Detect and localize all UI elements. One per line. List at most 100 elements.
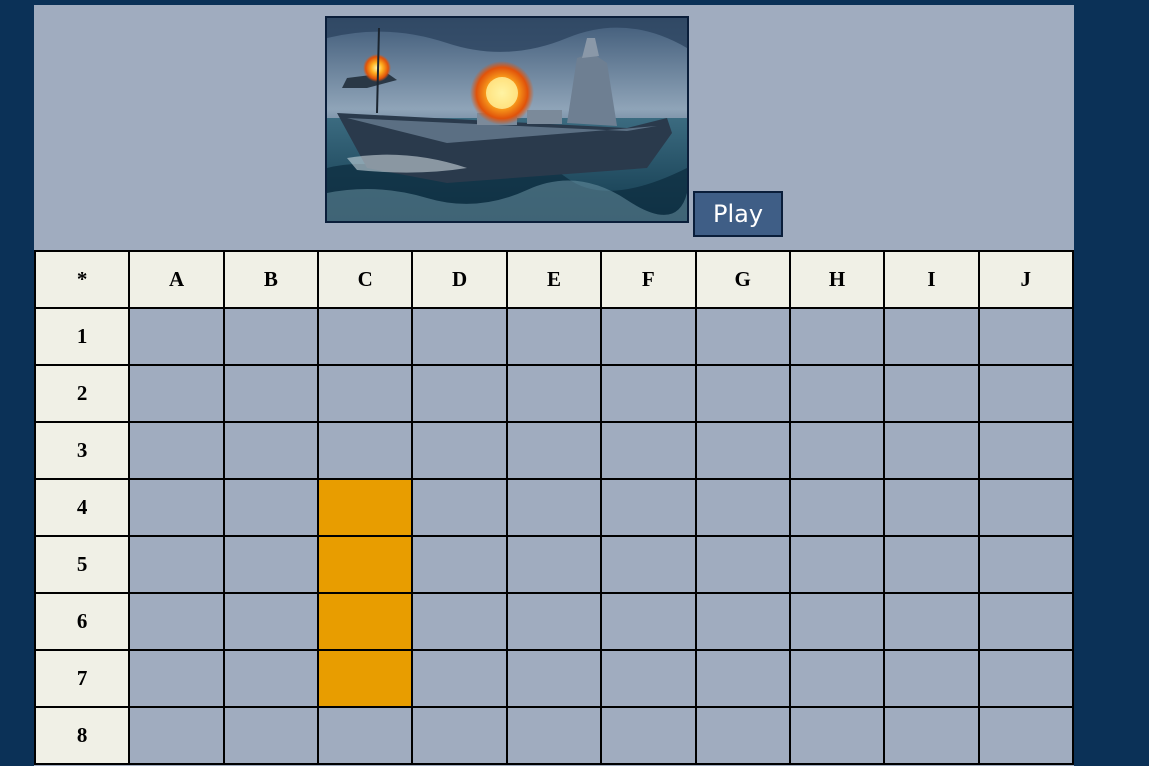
board-cell-g5[interactable] [694, 535, 791, 594]
board-cell-c3[interactable] [317, 421, 414, 480]
board-cell-j1[interactable] [977, 307, 1074, 366]
board-cell-b2[interactable] [222, 364, 320, 423]
board-cell-i2[interactable] [883, 364, 980, 423]
board-cell-f6[interactable] [600, 592, 697, 651]
row-header-7: 7 [34, 649, 131, 708]
board-cell-e8[interactable] [505, 706, 603, 765]
board-cell-d1[interactable] [411, 307, 508, 366]
game-board: * A B C D E F G H I J 1 2 3 4 5 6 7 8 [34, 250, 1074, 765]
board-row-3: 3 [34, 421, 1074, 480]
game-board-body: * A B C D E F G H I J 1 2 3 4 5 6 7 8 [34, 250, 1074, 765]
battleship-illustration [327, 18, 687, 221]
board-cell-g6[interactable] [694, 592, 791, 651]
board-cell-i1[interactable] [883, 307, 980, 366]
board-cell-j8[interactable] [977, 706, 1074, 765]
board-cell-h6[interactable] [788, 592, 886, 651]
board-cell-j2[interactable] [977, 364, 1074, 423]
board-cell-b3[interactable] [222, 421, 320, 480]
column-header-d: D [411, 250, 508, 309]
board-row-2: 2 [34, 364, 1074, 423]
board-cell-d7[interactable] [411, 649, 508, 708]
board-cell-d8[interactable] [411, 706, 508, 765]
ship-cell-c6[interactable] [317, 592, 414, 651]
board-cell-c8[interactable] [317, 706, 414, 765]
ship-cell-c7[interactable] [317, 649, 414, 708]
board-cell-a4[interactable] [128, 478, 225, 537]
board-cell-i6[interactable] [883, 592, 980, 651]
board-cell-f1[interactable] [600, 307, 697, 366]
column-header-j: J [977, 250, 1074, 309]
board-cell-j4[interactable] [977, 478, 1074, 537]
board-cell-a6[interactable] [128, 592, 225, 651]
board-cell-d6[interactable] [411, 592, 508, 651]
board-cell-f7[interactable] [600, 649, 697, 708]
board-cell-j3[interactable] [977, 421, 1074, 480]
board-cell-b1[interactable] [222, 307, 320, 366]
row-header-2: 2 [34, 364, 131, 423]
board-cell-f5[interactable] [600, 535, 697, 594]
row-header-6: 6 [34, 592, 131, 651]
board-cell-g7[interactable] [694, 649, 791, 708]
board-cell-g4[interactable] [694, 478, 791, 537]
board-cell-a1[interactable] [128, 307, 225, 366]
ship-cell-c5[interactable] [317, 535, 414, 594]
board-cell-j5[interactable] [977, 535, 1074, 594]
column-header-h: H [788, 250, 886, 309]
board-row-7: 7 [34, 649, 1074, 708]
board-cell-a8[interactable] [128, 706, 225, 765]
board-cell-e1[interactable] [505, 307, 603, 366]
column-header-f: F [600, 250, 697, 309]
board-cell-h8[interactable] [788, 706, 886, 765]
board-cell-a3[interactable] [128, 421, 225, 480]
board-row-6: 6 [34, 592, 1074, 651]
row-header-1: 1 [34, 307, 131, 366]
board-cell-j6[interactable] [977, 592, 1074, 651]
board-cell-f4[interactable] [600, 478, 697, 537]
board-cell-i3[interactable] [883, 421, 980, 480]
board-cell-a7[interactable] [128, 649, 225, 708]
board-cell-e7[interactable] [505, 649, 603, 708]
board-cell-b4[interactable] [222, 478, 320, 537]
board-cell-b6[interactable] [222, 592, 320, 651]
board-cell-b5[interactable] [222, 535, 320, 594]
play-button[interactable]: Play [693, 191, 783, 237]
board-cell-a5[interactable] [128, 535, 225, 594]
board-row-1: 1 [34, 307, 1074, 366]
board-cell-g8[interactable] [694, 706, 791, 765]
board-cell-g1[interactable] [694, 307, 791, 366]
board-cell-d3[interactable] [411, 421, 508, 480]
ship-cell-c4[interactable] [317, 478, 414, 537]
board-cell-i7[interactable] [883, 649, 980, 708]
board-cell-h7[interactable] [788, 649, 886, 708]
board-cell-h4[interactable] [788, 478, 886, 537]
board-cell-h2[interactable] [788, 364, 886, 423]
board-cell-d4[interactable] [411, 478, 508, 537]
board-cell-i5[interactable] [883, 535, 980, 594]
board-cell-g2[interactable] [694, 364, 791, 423]
board-cell-d2[interactable] [411, 364, 508, 423]
board-cell-c2[interactable] [317, 364, 414, 423]
board-cell-c1[interactable] [317, 307, 414, 366]
board-cell-b7[interactable] [222, 649, 320, 708]
board-cell-h3[interactable] [788, 421, 886, 480]
board-cell-e3[interactable] [505, 421, 603, 480]
board-cell-h1[interactable] [788, 307, 886, 366]
board-cell-e2[interactable] [505, 364, 603, 423]
board-cell-b8[interactable] [222, 706, 320, 765]
board-cell-a2[interactable] [128, 364, 225, 423]
board-cell-f2[interactable] [600, 364, 697, 423]
row-header-8: 8 [34, 706, 131, 765]
board-cell-i8[interactable] [883, 706, 980, 765]
board-cell-e5[interactable] [505, 535, 603, 594]
column-header-c: C [317, 250, 414, 309]
board-cell-g3[interactable] [694, 421, 791, 480]
row-header-4: 4 [34, 478, 131, 537]
board-cell-i4[interactable] [883, 478, 980, 537]
board-cell-h5[interactable] [788, 535, 886, 594]
board-cell-f8[interactable] [600, 706, 697, 765]
board-cell-e4[interactable] [505, 478, 603, 537]
board-cell-d5[interactable] [411, 535, 508, 594]
board-cell-j7[interactable] [977, 649, 1074, 708]
board-cell-f3[interactable] [600, 421, 697, 480]
board-cell-e6[interactable] [505, 592, 603, 651]
